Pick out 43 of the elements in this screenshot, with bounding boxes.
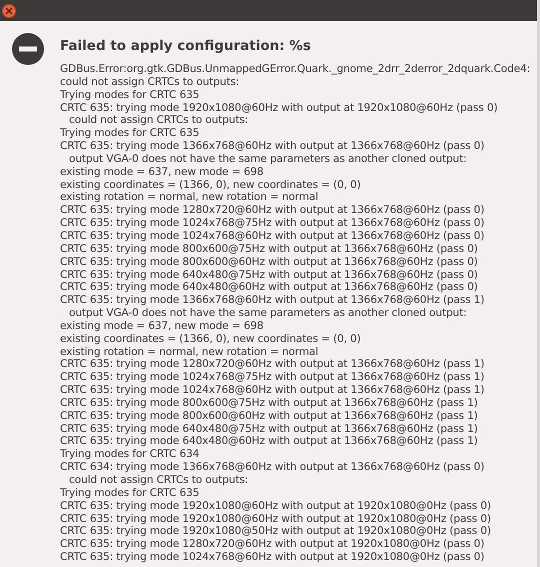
log-line: CRTC 635: trying mode 1280x720@60Hz with output at 1920x1080@0Hz (pass 0) [60, 538, 486, 552]
log-line: CRTC 635: trying mode 1920x1080@50Hz with output at 1920x1080@0Hz (pass 0) [60, 525, 492, 538]
log-line: existing mode = 637, new mode = 698 [60, 166, 264, 179]
log-line: output VGA-0 does not have the same parameters as another cloned output: [68, 152, 468, 166]
log-line: CRTC 635: trying mode 1280x720@60Hz with output at 1366x768@60Hz (pass 0) [60, 204, 486, 218]
log-line: CRTC 635: trying mode 800x600@60Hz with output at 1366x768@60Hz (pass 0) [60, 256, 479, 268]
log-line: CRTC 635: trying mode 1920x1080@60Hz with output at 1920x1080@0Hz (pass 0) [60, 500, 492, 513]
log-line: CRTC 635: trying mode 640x480@60Hz with output at 1366x768@60Hz (pass 1) [60, 435, 479, 448]
log-line: could not assign CRTCs to outputs: [60, 76, 240, 89]
log-line: Trying modes for CRTC 635 [60, 88, 200, 102]
log-line: Trying modes for CRTC 635 [60, 127, 200, 140]
log-line: CRTC 635: trying mode 1366x768@60Hz with output at 1366x768@60Hz (pass 1) [60, 294, 486, 308]
log-line: CRTC 635: trying mode 1024x768@75Hz with output at 1366x768@60Hz (pass 1) [60, 371, 486, 384]
log-line: CRTC 635: trying mode 1280x720@60Hz with output at 1366x768@60Hz (pass 1) [60, 358, 486, 372]
log-line: CRTC 635: trying mode 1024x768@60Hz with output at 1920x1080@0Hz (pass 0) [60, 551, 486, 564]
log-line: Trying modes for CRTC 635 [60, 486, 200, 500]
error-icon [11, 32, 45, 66]
close-button[interactable] [2, 4, 16, 18]
log-line: CRTC 635: trying mode 800x600@75Hz with output at 1366x768@60Hz (pass 0) [60, 242, 479, 256]
log-line: existing coordinates = (1366, 0), new coordinates = (0, 0) [60, 332, 362, 346]
close-icon [5, 6, 13, 14]
log-line: existing mode = 637, new mode = 698 [60, 320, 264, 333]
log-line: CRTC 635: trying mode 640x480@75Hz with output at 1366x768@60Hz (pass 0) [60, 268, 479, 282]
log-line: could not assign CRTCs to outputs: [68, 474, 250, 487]
log-line: existing coordinates = (1366, 0), new coordinates = (0, 0) [60, 178, 362, 192]
log-line: CRTC 635: trying mode 640x480@60Hz with output at 1366x768@60Hz (pass 0) [60, 281, 479, 294]
log-line: CRTC 635: trying mode 800x600@60Hz with output at 1366x768@60Hz (pass 1) [60, 410, 479, 423]
log-line: Trying modes for CRTC 634 [60, 448, 200, 462]
log-line: CRTC 635: trying mode 1024x768@75Hz with output at 1366x768@60Hz (pass 0) [60, 217, 486, 230]
log-line: CRTC 634: trying mode 1366x768@60Hz with output at 1366x768@60Hz (pass 0) [60, 461, 486, 474]
log-line: CRTC 635: trying mode 640x480@75Hz with output at 1366x768@60Hz (pass 1) [60, 422, 479, 436]
log-line: CRTC 635: trying mode 800x600@75Hz with output at 1366x768@60Hz (pass 1) [60, 396, 479, 410]
log-line: existing rotation = normal, new rotation = normal [60, 346, 320, 358]
log-line: CRTC 635: trying mode 1024x768@60Hz with output at 1366x768@60Hz (pass 0) [60, 230, 486, 243]
log-line: could not assign CRTCs to outputs: [68, 114, 250, 128]
log-line: existing rotation = normal, new rotation = normal [60, 191, 320, 204]
log-line: CRTC 635: trying mode 1920x1080@60Hz with output at 1920x1080@60Hz (pass 0) [60, 102, 499, 114]
log-line: CRTC 635: trying mode 1366x768@60Hz with output at 1366x768@60Hz (pass 0) [60, 140, 486, 153]
log-line: CRTC 635: trying mode 1024x768@60Hz with output at 1366x768@60Hz (pass 1) [60, 384, 486, 397]
dialog-title: Failed to apply configuration: %s [60, 38, 312, 54]
log-line: output VGA-0 does not have the same parameters as another cloned output: [68, 307, 468, 320]
log-line: CRTC 635: trying mode 1920x1080@60Hz with output at 1920x1080@0Hz (pass 0) [60, 512, 492, 526]
log-line: GDBus.Error:org.gtk.GDBus.UnmappedGError.Quark._gnome_2drr_2derror_2dquark.Code4: [60, 63, 532, 76]
